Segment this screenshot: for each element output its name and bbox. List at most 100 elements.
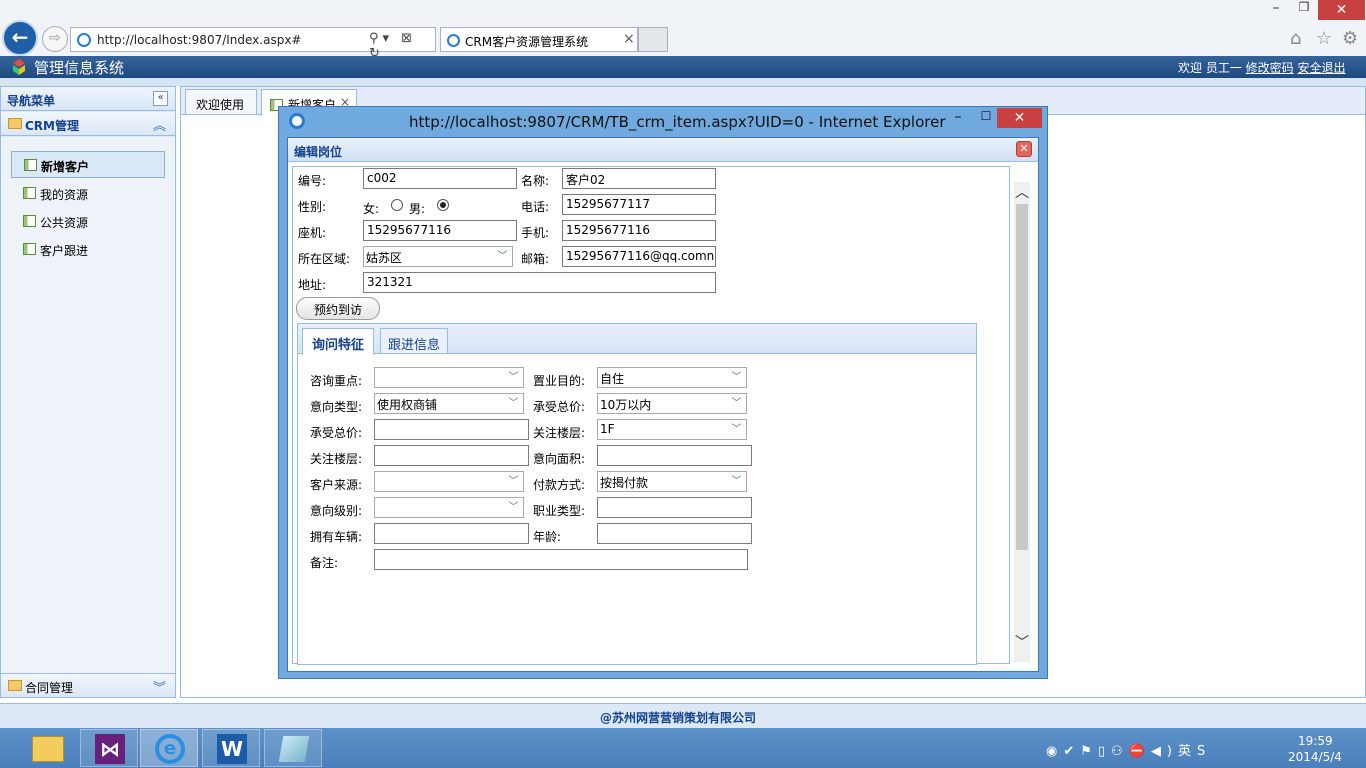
tab-label: 欢迎使用 xyxy=(196,98,245,112)
scroll-up-icon[interactable]: ︿ xyxy=(1014,182,1030,201)
level-select[interactable]: ﹀ xyxy=(374,497,524,518)
email-input[interactable]: 15295677116@qq.comn xyxy=(562,246,716,267)
address-input[interactable]: 321321 xyxy=(363,272,716,293)
sidebar-item-public-resources[interactable]: 公共资源 xyxy=(11,208,165,235)
inner-tab-panel: 询问特征 跟进信息 咨询重点: ﹀ 置业目的: 自住 ﹀ 意向类型: 使用权商铺 xyxy=(297,323,977,665)
clock-time[interactable]: 19:59 xyxy=(1298,734,1333,748)
vertical-scrollbar[interactable]: ︿ ﹀ xyxy=(1014,182,1030,662)
group-contract-header[interactable]: 合同管理 ︾ xyxy=(1,673,175,697)
scroll-down-icon[interactable]: ﹀ xyxy=(1014,632,1030,651)
clock-date[interactable]: 2014/5/4 xyxy=(1288,750,1342,764)
menu-list: 新增客户 我的资源 公共资源 客户跟进 xyxy=(1,137,175,673)
chevron-down-icon: ﹀ xyxy=(731,398,742,409)
total-price-select[interactable]: 10万以内 ﹀ xyxy=(597,393,747,414)
region-value: 姑苏区 xyxy=(366,251,403,265)
landline-input[interactable]: 15295677116 xyxy=(363,220,517,241)
sidebar-item-label: 我的资源 xyxy=(40,188,89,202)
maximize-icon[interactable]: ☐ xyxy=(975,109,997,129)
word-icon: W xyxy=(217,734,247,764)
forward-button[interactable]: ⇨ xyxy=(42,26,68,52)
visual-studio-icon: ⋈ xyxy=(95,734,125,764)
folder-icon xyxy=(32,736,64,762)
female-radio[interactable] xyxy=(391,199,403,211)
male-radio[interactable] xyxy=(437,199,449,211)
taskbar-ie-button[interactable]: e xyxy=(140,729,198,767)
system-tray-icons[interactable]: ◉✔⚑▯⚇⛔◀)英S xyxy=(1046,740,1211,759)
consult-focus-label: 咨询重点: xyxy=(310,374,363,388)
total-price2-input[interactable] xyxy=(374,419,529,440)
maximize-icon[interactable]: ❐ xyxy=(1292,0,1316,20)
minimize-icon[interactable]: – xyxy=(1264,0,1288,20)
taskbar-app-button[interactable] xyxy=(264,729,322,767)
minimize-icon[interactable]: – xyxy=(947,109,969,129)
intent-type-value: 使用权商铺 xyxy=(377,398,438,412)
app-icon xyxy=(278,736,310,762)
tab-inquiry-features[interactable]: 询问特征 xyxy=(302,328,374,355)
tab-welcome[interactable]: 欢迎使用 xyxy=(185,89,257,115)
sidebar-item-my-resources[interactable]: 我的资源 xyxy=(11,180,165,207)
nav-title-bar: 导航菜单 « xyxy=(1,87,175,111)
ie-icon xyxy=(447,34,460,47)
browser-toolbar: ← ⇨ http://localhost:9807/Index.aspx# ⚲▾… xyxy=(0,0,1366,61)
schedule-visit-button[interactable]: 预约到访 xyxy=(296,297,380,320)
group-crm-header[interactable]: CRM管理 ︽ xyxy=(1,112,175,136)
mobile-input[interactable]: 15295677116 xyxy=(562,220,716,241)
floor2-input[interactable] xyxy=(374,445,529,466)
payment-select[interactable]: 按揭付款 ﹀ xyxy=(597,471,747,492)
back-button[interactable]: ← xyxy=(2,20,38,56)
panel-title: 编辑岗位 xyxy=(294,145,343,159)
logout-link[interactable]: 安全退出 xyxy=(1298,61,1346,75)
popup-window: http://localhost:9807/CRM/TB_crm_item.as… xyxy=(278,106,1048,679)
close-icon[interactable]: ✕ xyxy=(1318,0,1365,20)
region-select[interactable]: 姑苏区 ﹀ xyxy=(363,246,513,267)
favorites-star-icon[interactable]: ☆ xyxy=(1316,28,1332,49)
group-contract-label: 合同管理 xyxy=(25,681,74,695)
tab-followup-info[interactable]: 跟进信息 xyxy=(380,328,448,354)
source-select[interactable]: ﹀ xyxy=(374,471,524,492)
home-icon[interactable]: ⌂ xyxy=(1290,28,1301,49)
region-label: 所在区域: xyxy=(298,252,351,266)
close-icon[interactable]: ✕ xyxy=(997,108,1042,128)
close-icon[interactable]: × xyxy=(623,31,635,47)
customer-form: 编号: c002 名称: 客户02 性别: 女: 男: 电话: 15295677… xyxy=(292,166,1010,665)
chevron-down-icon[interactable]: ︾ xyxy=(153,677,166,696)
car-input[interactable] xyxy=(374,523,529,544)
table-icon xyxy=(23,187,36,199)
sidebar-item-new-customer[interactable]: 新增客户 xyxy=(11,151,165,178)
app-logo-icon xyxy=(13,59,25,75)
collapse-sidebar-icon[interactable]: « xyxy=(153,91,168,106)
area-input[interactable] xyxy=(597,445,752,466)
close-icon[interactable]: ✕ xyxy=(1016,141,1032,157)
taskbar-explorer-button[interactable] xyxy=(20,729,78,767)
taskbar: ⋈ e W ◉✔⚑▯⚇⛔◀)英S 19:59 2014/5/4 xyxy=(0,728,1366,768)
sidebar-item-customer-followup[interactable]: 客户跟进 xyxy=(11,236,165,263)
note-label: 备注: xyxy=(310,556,339,570)
intent-type-select[interactable]: 使用权商铺 ﹀ xyxy=(374,393,524,414)
taskbar-visual-studio-button[interactable]: ⋈ xyxy=(80,729,138,767)
code-input[interactable]: c002 xyxy=(363,168,517,189)
gear-icon[interactable]: ⚙ xyxy=(1342,28,1358,49)
total-price-label: 承受总价: xyxy=(533,400,586,414)
browser-tab-crm[interactable]: CRM客户资源管理系统 × xyxy=(440,27,638,52)
name-input[interactable]: 客户02 xyxy=(562,168,716,189)
job-input[interactable] xyxy=(597,497,752,518)
change-password-link[interactable]: 修改密码 xyxy=(1246,61,1294,75)
chevron-up-icon[interactable]: ︽ xyxy=(153,115,166,134)
address-bar[interactable]: http://localhost:9807/Index.aspx# ⚲▾ ⊠ ↻ xyxy=(70,27,436,61)
chevron-down-icon: ﹀ xyxy=(508,398,519,409)
note-input[interactable] xyxy=(374,549,748,570)
new-tab-button[interactable] xyxy=(638,27,668,52)
consult-focus-select[interactable]: ﹀ xyxy=(374,367,524,388)
purpose-value: 自住 xyxy=(600,372,625,386)
area-label: 意向面积: xyxy=(533,452,586,466)
ie-icon: e xyxy=(155,734,185,764)
age-input[interactable] xyxy=(597,523,752,544)
ie-icon xyxy=(289,113,305,129)
total-price2-label: 承受总价: xyxy=(310,426,363,440)
phone-input[interactable]: 15295677117 xyxy=(562,194,716,215)
mobile-label: 手机: xyxy=(521,226,550,240)
purpose-select[interactable]: 自住 ﹀ xyxy=(597,367,747,388)
scroll-thumb[interactable] xyxy=(1016,204,1028,550)
taskbar-word-button[interactable]: W xyxy=(202,729,260,767)
floor-select[interactable]: 1F ﹀ xyxy=(597,419,747,440)
